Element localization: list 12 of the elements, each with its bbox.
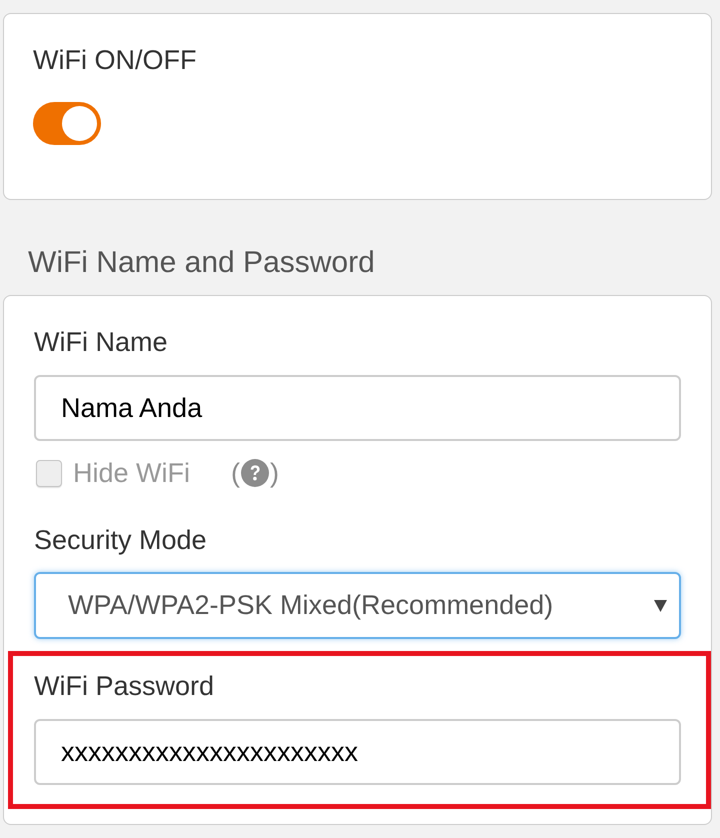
wifi-password-input[interactable]: xxxxxxxxxxxxxxxxxxxxxx bbox=[34, 719, 681, 785]
wifi-password-label: WiFi Password bbox=[34, 670, 214, 702]
wifi-toggle[interactable] bbox=[33, 102, 101, 145]
help-icon bbox=[241, 459, 270, 487]
section-title: WiFi Name and Password bbox=[28, 245, 375, 281]
wifi-name-label: WiFi Name bbox=[34, 326, 168, 358]
wifi-on-off-label: WiFi ON/OFF bbox=[33, 44, 196, 76]
security-mode-label: Security Mode bbox=[34, 524, 207, 556]
caret-icon bbox=[654, 600, 667, 612]
hide-wifi-label: Hide WiFi bbox=[73, 457, 190, 489]
security-mode-select[interactable]: WPA/WPA2-PSK Mixed(Recommended) bbox=[34, 572, 681, 639]
wifi-name-input[interactable]: Nama Anda bbox=[34, 375, 681, 441]
